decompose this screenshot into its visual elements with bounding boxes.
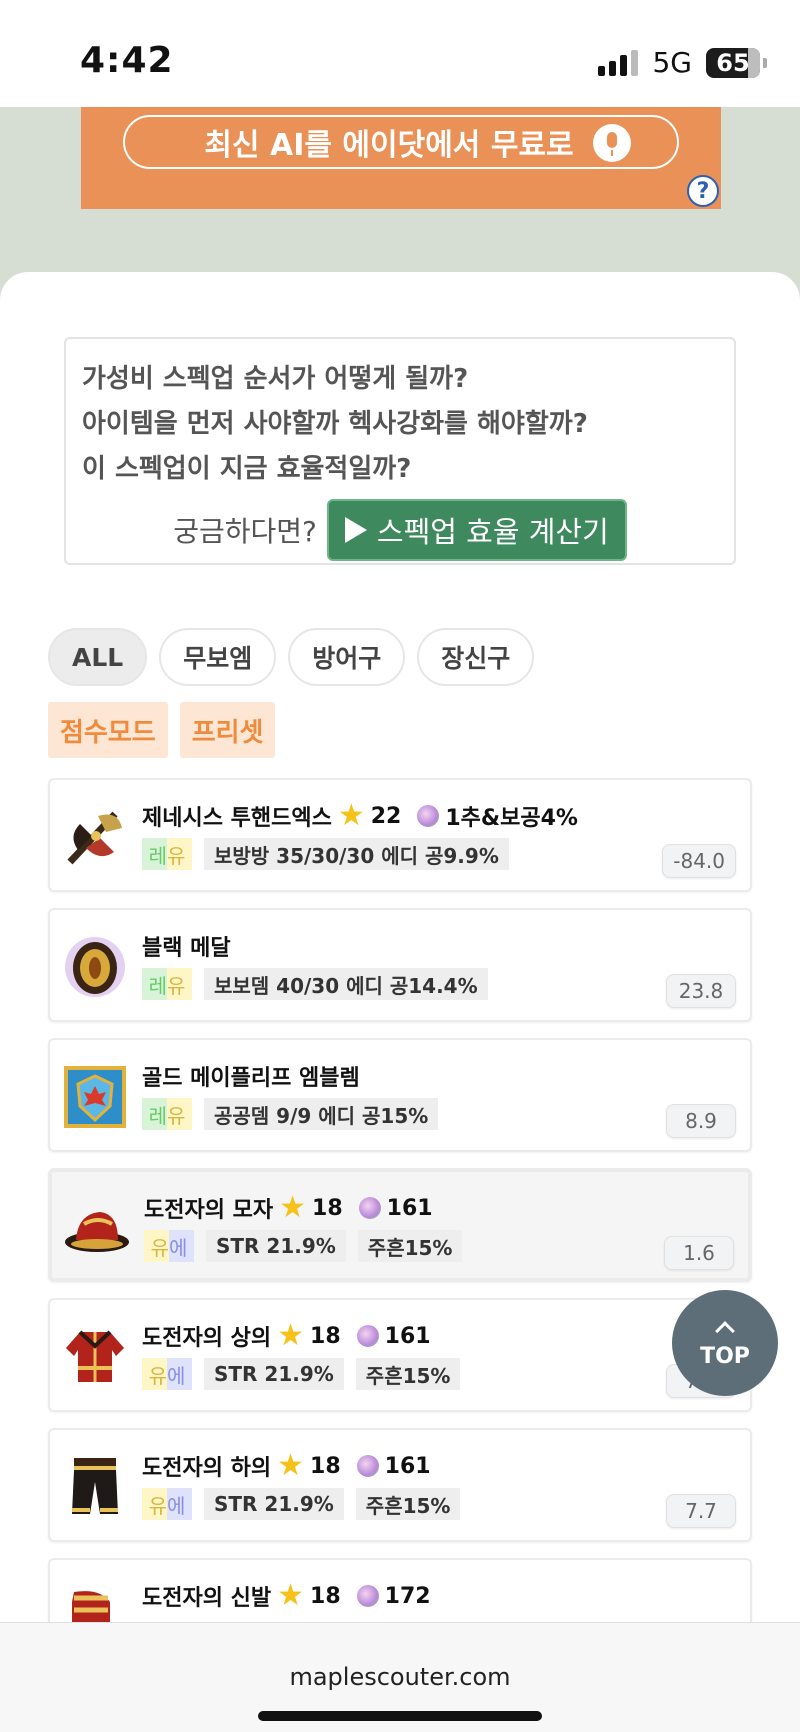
top-armor-icon [66, 1330, 124, 1382]
item-starforce: 18 [310, 1583, 341, 1609]
additional-options: 주흔15% [357, 1230, 463, 1262]
ad-banner[interactable]: 최신 AI를 에이닷에서 무료로 ? [81, 107, 721, 209]
status-time: 4:42 [80, 40, 174, 81]
filter-all[interactable]: ALL [48, 628, 148, 686]
gem-icon [356, 1455, 379, 1477]
signal-icon [598, 49, 639, 76]
network-type: 5G [652, 46, 692, 79]
item-card-challenger-top[interactable]: 도전자의 상의 ★ 18 161 유에 STR 21.9% 주흔15% 7.7 [48, 1298, 752, 1412]
bottom-armor-icon [72, 1458, 118, 1514]
status-indicators: 5G 65 [598, 46, 767, 79]
spec-calculator-button[interactable]: 스펙업 효율 계산기 [326, 499, 627, 561]
item-score: 23.8 [666, 974, 736, 1008]
item-name: 도전자의 모자 [144, 1198, 274, 1223]
filter-accessory[interactable]: 장신구 [417, 628, 535, 686]
additional-options: 주흔15% [355, 1358, 461, 1390]
promo-line: 이 스펙업이 지금 효율적일까? [82, 454, 412, 484]
hat-icon [65, 1212, 129, 1252]
item-starforce: 18 [312, 1195, 343, 1221]
star-icon: ★ [337, 798, 365, 833]
potential-options: STR 21.9% [204, 1358, 344, 1390]
item-flame: 1추&보공4% [445, 806, 578, 831]
potential-options: 공공뎀 9/9 에디 공15% [204, 1098, 439, 1130]
item-card-genesis-two-handed-axe[interactable]: 제네시스 투핸드엑스 ★ 22 1추&보공4% 레유 보방방 35/30/30 … [48, 778, 752, 892]
browser-address-bar[interactable]: maplescouter.com [0, 1622, 800, 1732]
star-icon: ★ [279, 1190, 307, 1225]
scroll-top-button[interactable]: TOP [672, 1290, 778, 1396]
category-filters: ALL 무보엠 방어구 장신구 [48, 628, 535, 686]
emblem-icon [64, 1066, 126, 1128]
item-card-challenger-hat[interactable]: 도전자의 모자 ★ 18 161 유에 STR 21.9% 주흔15% 1.6 [48, 1168, 752, 1282]
item-list: 제네시스 투핸드엑스 ★ 22 1추&보공4% 레유 보방방 35/30/30 … [48, 778, 752, 1688]
promo-line: 아이템을 먼저 사야할까 헥사강화를 해야할까? [82, 409, 588, 439]
item-name: 도전자의 하의 [142, 1456, 272, 1481]
play-icon [344, 517, 367, 543]
item-flame: 161 [384, 1323, 431, 1349]
promo-box: 가성비 스펙업 순서가 어떻게 될까? 아이템을 먼저 사야할까 헥사강화를 해… [64, 337, 736, 565]
potential-options: 보방방 35/30/30 에디 공9.9% [204, 838, 509, 870]
item-starforce: 18 [310, 1453, 341, 1479]
gem-icon [356, 1585, 379, 1607]
potential-grade-badge: 레유 [142, 968, 192, 1000]
potential-grade-badge: 유에 [144, 1230, 194, 1262]
battery-level: 65 [716, 48, 750, 77]
chevron-up-icon [715, 1320, 735, 1341]
item-name: 도전자의 상의 [142, 1326, 272, 1351]
item-card-challenger-bottom[interactable]: 도전자의 하의 ★ 18 161 유에 STR 21.9% 주흔15% 7.7 [48, 1428, 752, 1542]
item-flame: 161 [386, 1195, 433, 1221]
status-bar: 4:42 5G 65 [0, 0, 800, 107]
main-content: 가성비 스펙업 순서가 어떻게 될까? 아이템을 먼저 사야할까 헥사강화를 해… [0, 272, 800, 1732]
two-handed-axe-icon [67, 811, 122, 865]
mode-buttons: 점수모드 프리셋 [48, 702, 276, 758]
star-icon: ★ [277, 1318, 305, 1353]
star-icon: ★ [277, 1578, 305, 1613]
item-score: 1.6 [664, 1236, 734, 1270]
item-card-black-medal[interactable]: 블랙 메달 레유 보보뎀 40/30 에디 공14.4% 23.8 [48, 908, 752, 1022]
filter-weapon-secondary-emblem[interactable]: 무보엠 [159, 628, 277, 686]
potential-grade-badge: 유에 [142, 1488, 192, 1520]
potential-grade-badge: 레유 [142, 1098, 192, 1130]
address-url[interactable]: maplescouter.com [0, 1663, 800, 1691]
item-starforce: 22 [370, 803, 402, 829]
item-card-gold-maple-leaf-emblem[interactable]: 골드 메이플리프 엠블렘 레유 공공뎀 9/9 에디 공15% 8.9 [48, 1038, 752, 1152]
item-score: -84.0 [662, 844, 736, 878]
item-score: 8.9 [666, 1104, 736, 1138]
potential-options: STR 21.9% [204, 1488, 344, 1520]
scroll-top-label: TOP [700, 1343, 750, 1369]
item-flame: 161 [384, 1453, 431, 1479]
gem-icon [417, 805, 440, 827]
additional-options: 주흔15% [355, 1488, 461, 1520]
preset-button[interactable]: 프리셋 [179, 702, 276, 758]
promo-line: 가성비 스펙업 순서가 어떻게 될까? [82, 364, 469, 394]
item-name: 블랙 메달 [142, 936, 231, 961]
ad-help-icon[interactable]: ? [687, 175, 719, 207]
star-icon: ★ [277, 1448, 305, 1483]
item-name: 도전자의 신발 [142, 1586, 272, 1611]
filter-armor[interactable]: 방어구 [288, 628, 406, 686]
item-starforce: 18 [310, 1323, 341, 1349]
ad-text: 최신 AI를 에이닷에서 무료로 [204, 128, 574, 163]
score-mode-button[interactable]: 점수모드 [48, 702, 168, 758]
promo-question: 궁금하다면? [173, 515, 317, 548]
spec-calculator-label: 스펙업 효율 계산기 [376, 515, 609, 549]
gem-icon [358, 1197, 381, 1219]
potential-grade-badge: 유에 [142, 1358, 192, 1390]
mic-icon [593, 124, 631, 162]
item-name: 제네시스 투핸드엑스 [142, 806, 332, 831]
home-indicator [258, 1711, 542, 1721]
gem-icon [356, 1325, 379, 1347]
potential-options: 보보뎀 40/30 에디 공14.4% [204, 968, 488, 1000]
item-name: 골드 메이플리프 엠블렘 [142, 1066, 360, 1091]
battery-icon: 65 [706, 47, 767, 78]
item-score: 7.7 [666, 1494, 736, 1528]
medal-icon [65, 937, 125, 997]
ad-pill[interactable]: 최신 AI를 에이닷에서 무료로 [123, 115, 679, 169]
potential-options: STR 21.9% [206, 1230, 346, 1262]
item-flame: 172 [384, 1583, 431, 1609]
potential-grade-badge: 레유 [142, 838, 192, 870]
